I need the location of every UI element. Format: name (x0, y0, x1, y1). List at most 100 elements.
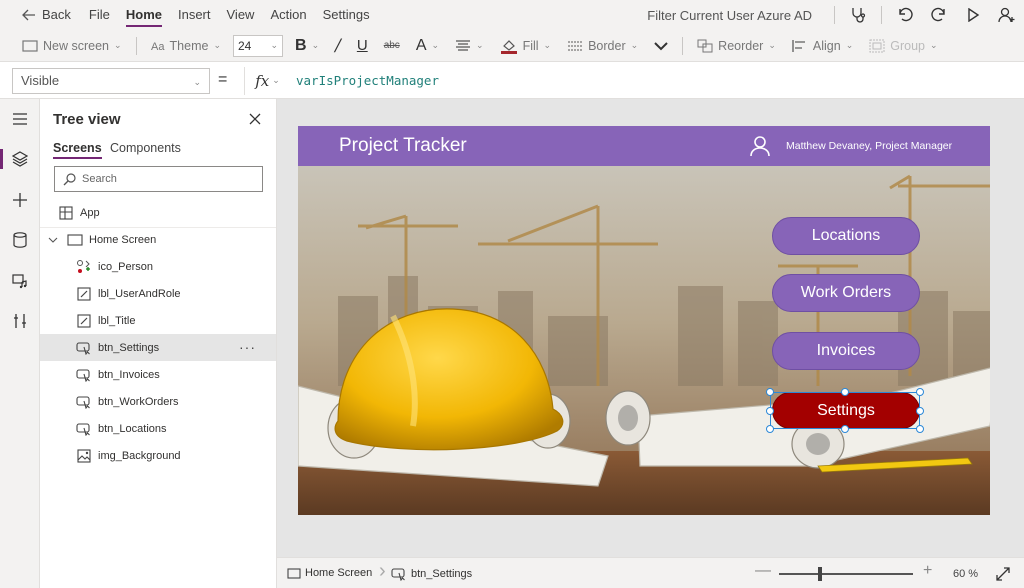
expand-icon[interactable] (995, 566, 1011, 582)
breadcrumb-screen-label: Home Screen (305, 567, 373, 579)
menu-settings[interactable]: Settings (315, 0, 378, 30)
button-icon (76, 367, 92, 383)
icon-control-icon (76, 259, 92, 275)
zoom-slider-thumb[interactable] (818, 567, 822, 581)
tree-item-btn-settings[interactable]: btn_Settings ··· (40, 334, 276, 361)
search-input[interactable]: Search (54, 166, 263, 192)
data-button[interactable] (0, 222, 40, 258)
app-screen[interactable]: Project Tracker Matthew Devaney, Project… (298, 126, 990, 515)
fill-button[interactable]: Fill ⌄ (492, 30, 560, 62)
font-size-select[interactable]: 24 ⌄ (233, 34, 283, 57)
fill-label: Fill (522, 38, 539, 53)
zoom-in-button[interactable]: + (923, 562, 932, 580)
undo-button[interactable] (888, 0, 922, 30)
property-select[interactable]: Visible ⌄ (12, 68, 210, 94)
resize-handle[interactable] (766, 388, 774, 396)
chevron-down-icon: ⌄ (431, 40, 440, 50)
resize-handle[interactable] (841, 425, 849, 433)
chevron-right-icon: › (379, 560, 386, 582)
tree-item-ico-person[interactable]: ico_Person (40, 253, 276, 280)
back-label: Back (42, 7, 71, 22)
font-color-icon: A (415, 36, 427, 54)
redo-button[interactable] (922, 0, 956, 30)
close-button[interactable] (246, 110, 264, 128)
button-icon (391, 568, 405, 581)
tree-view-button[interactable] (0, 141, 40, 177)
media-button[interactable] (0, 263, 40, 299)
back-button[interactable]: Back (0, 0, 81, 30)
tree-item-label: lbl_UserAndRole (98, 287, 181, 300)
bold-button[interactable]: B ⌄ (287, 30, 327, 62)
tree-item-btn-invoices[interactable]: btn_Invoices (40, 361, 276, 388)
border-button[interactable]: Border ⌄ (559, 30, 646, 62)
resize-handle[interactable] (841, 388, 849, 396)
font-color-button[interactable]: A ⌄ (408, 30, 447, 62)
equals-sign: = (218, 71, 228, 88)
breadcrumb-screen[interactable]: Home Screen (287, 567, 372, 579)
database-icon (13, 232, 27, 248)
resize-handle[interactable] (766, 425, 774, 433)
hamburger-button[interactable] (0, 101, 40, 137)
chevron-down-icon: ⌄ (272, 76, 280, 86)
text-align-button[interactable]: ⌄ (447, 30, 492, 62)
italic-button[interactable]: / (327, 30, 349, 62)
tree-item-lbl-title[interactable]: lbl_Title (40, 307, 276, 334)
reorder-button[interactable]: Reorder ⌄ (689, 30, 784, 62)
theme-button[interactable]: Aa Theme ⌄ (143, 30, 229, 62)
resize-handle[interactable] (916, 425, 924, 433)
work-orders-button[interactable]: Work Orders (772, 274, 920, 312)
chevron-down-icon: ⌄ (768, 40, 776, 50)
tree-item-app[interactable]: App (40, 199, 276, 226)
zoom-slider[interactable] (779, 573, 913, 575)
new-screen-icon (22, 39, 38, 52)
breadcrumb-control[interactable]: btn_Settings (391, 567, 472, 581)
new-screen-button[interactable]: New screen ⌄ (0, 30, 130, 62)
tab-components[interactable]: Components (110, 141, 181, 155)
app-title-label: Project Tracker (339, 135, 467, 156)
preview-button[interactable] (956, 0, 990, 30)
menu-home[interactable]: Home (118, 0, 170, 30)
more-options-button[interactable] (646, 30, 676, 62)
app-checker-button[interactable] (841, 0, 875, 30)
chevron-down-icon: ⌄ (270, 40, 278, 50)
menu-file[interactable]: File (81, 0, 118, 30)
theme-icon: Aa (151, 41, 165, 53)
chevron-down-icon: ⌄ (311, 40, 320, 50)
property-value: Visible (21, 73, 60, 88)
insert-button[interactable] (0, 182, 40, 218)
tree-item-lbl-user-and-role[interactable]: lbl_UserAndRole (40, 280, 276, 307)
share-button[interactable] (990, 0, 1024, 30)
resize-handle[interactable] (916, 388, 924, 396)
tab-screens[interactable]: Screens (53, 141, 102, 159)
tree-item-btn-locations[interactable]: btn_Locations (40, 415, 276, 442)
menu-view[interactable]: View (219, 0, 263, 30)
more-icon[interactable]: ··· (239, 339, 256, 355)
redo-icon (931, 7, 945, 22)
tools-button[interactable] (0, 303, 40, 339)
function-button[interactable]: fx ⌄ (244, 67, 290, 95)
tree-item-label: img_Background (98, 449, 181, 462)
resize-handle[interactable] (916, 407, 924, 415)
formula-input[interactable]: varIsProjectManager (296, 73, 439, 88)
invoices-button[interactable]: Invoices (772, 332, 920, 370)
group-button[interactable]: Group ⌄ (861, 30, 945, 62)
strikethrough-button[interactable]: abc (376, 30, 408, 62)
menu-insert[interactable]: Insert (170, 0, 219, 30)
tree-item-img-background[interactable]: img_Background (40, 442, 276, 469)
zoom-out-button[interactable]: — (755, 562, 771, 580)
tree-item-home-screen[interactable]: Home Screen (40, 226, 276, 253)
menu-action[interactable]: Action (262, 0, 314, 30)
tree-item-label: Home Screen (89, 233, 157, 246)
strikethrough-icon: abc (383, 40, 400, 51)
bold-icon: B (295, 36, 307, 54)
button-icon (76, 394, 92, 410)
resize-handle[interactable] (766, 407, 774, 415)
align-button[interactable]: Align ⌄ (784, 30, 861, 62)
underline-button[interactable]: U (349, 30, 376, 62)
italic-icon: / (335, 35, 341, 56)
screen-icon (287, 567, 301, 579)
locations-button[interactable]: Locations (772, 217, 920, 255)
chevron-down-icon: ⌄ (543, 40, 552, 50)
button-icon (76, 340, 92, 356)
tree-item-btn-work-orders[interactable]: btn_WorkOrders (40, 388, 276, 415)
